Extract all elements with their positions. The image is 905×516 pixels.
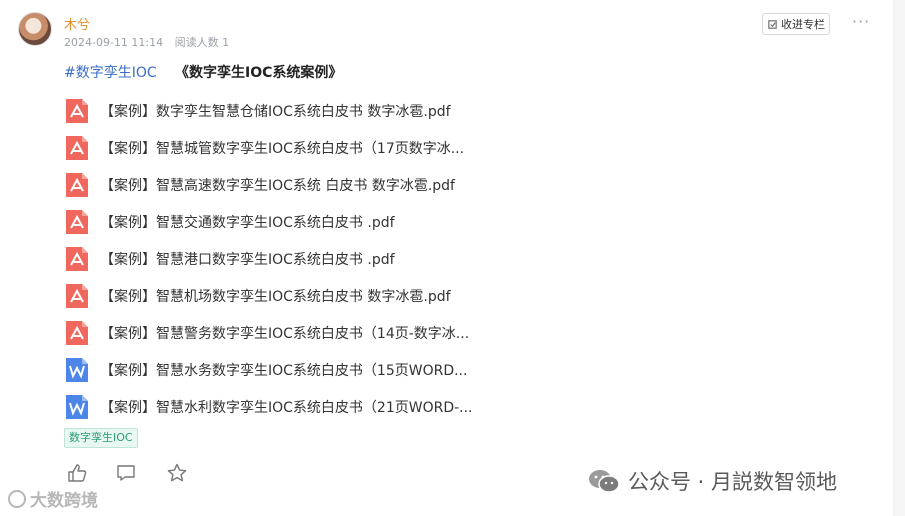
topic-tag[interactable]: 数字孪生IOC bbox=[64, 428, 138, 448]
pdf-icon bbox=[66, 246, 88, 271]
file-name: 【案例】智慧交通数字孪生IOC系统白皮书 .pdf bbox=[100, 214, 395, 231]
file-item[interactable]: 【案例】智慧水务数字孪生IOC系统白皮书（15页WORD... bbox=[64, 351, 473, 388]
star-icon bbox=[167, 463, 187, 482]
file-name: 【案例】智慧水利数字孪生IOC系统白皮书（21页WORD-... bbox=[100, 399, 473, 416]
collection-title: 《数字孪生IOC系统案例》 bbox=[175, 65, 343, 81]
pdf-icon bbox=[66, 172, 88, 197]
file-item[interactable]: 【案例】智慧交通数字孪生IOC系统白皮书 .pdf bbox=[64, 203, 473, 240]
more-options-icon[interactable]: ··· bbox=[852, 12, 870, 31]
file-item[interactable]: 【案例】智慧机场数字孪生IOC系统白皮书 数字冰雹.pdf bbox=[64, 277, 473, 314]
file-item[interactable]: 【案例】智慧城管数字孪生IOC系统白皮书（17页数字冰... bbox=[64, 129, 473, 166]
file-item[interactable]: 【案例】数字孪生智慧仓储IOC系统白皮书 数字冰雹.pdf bbox=[64, 92, 473, 129]
file-name: 【案例】智慧水务数字孪生IOC系统白皮书（15页WORD... bbox=[100, 362, 468, 379]
scroll-gutter bbox=[893, 0, 905, 516]
file-item[interactable]: 【案例】智慧水利数字孪生IOC系统白皮书（21页WORD-... bbox=[64, 388, 473, 425]
wechat-icon bbox=[589, 470, 620, 493]
pdf-icon bbox=[66, 98, 88, 123]
watermark-left-text: 大数跨境 bbox=[30, 491, 98, 511]
avatar[interactable] bbox=[18, 12, 52, 46]
file-item[interactable]: 【案例】智慧港口数字孪生IOC系统白皮书 .pdf bbox=[64, 240, 473, 277]
like-icon bbox=[68, 464, 87, 482]
collect-to-column-button[interactable]: 收进专栏 bbox=[762, 13, 830, 35]
post-timestamp: 2024-09-11 11:14 bbox=[64, 36, 164, 49]
pdf-icon bbox=[66, 135, 88, 160]
read-count: 阅读人数 1 bbox=[174, 36, 230, 49]
collect-icon bbox=[768, 19, 777, 29]
post-meta: 2024-09-11 11:14 阅读人数 1 bbox=[64, 34, 237, 50]
like-button[interactable] bbox=[66, 462, 88, 484]
file-name: 【案例】数字孪生智慧仓储IOC系统白皮书 数字冰雹.pdf bbox=[100, 103, 451, 120]
author-name[interactable]: 木兮 bbox=[64, 14, 90, 33]
file-item[interactable]: 【案例】智慧高速数字孪生IOC系统 白皮书 数字冰雹.pdf bbox=[64, 166, 473, 203]
file-name: 【案例】智慧机场数字孪生IOC系统白皮书 数字冰雹.pdf bbox=[100, 288, 451, 305]
pdf-icon bbox=[66, 209, 88, 234]
word-icon bbox=[66, 357, 88, 382]
comment-icon bbox=[117, 465, 135, 481]
pdf-icon bbox=[66, 320, 88, 345]
file-name: 【案例】智慧警务数字孪生IOC系统白皮书（14页-数字冰... bbox=[100, 325, 470, 342]
favorite-button[interactable] bbox=[166, 462, 188, 484]
pdf-icon bbox=[66, 283, 88, 308]
watermark-right-text: 公众号 · 月説数智领地 bbox=[628, 470, 838, 494]
watermark-logo-icon bbox=[8, 489, 26, 508]
watermark-left: 大数跨境 bbox=[8, 486, 98, 511]
file-list: 【案例】数字孪生智慧仓储IOC系统白皮书 数字冰雹.pdf 【案例】智慧城管数字… bbox=[64, 92, 473, 425]
file-item[interactable]: 【案例】智慧警务数字孪生IOC系统白皮书（14页-数字冰... bbox=[64, 314, 473, 351]
comment-button[interactable] bbox=[115, 462, 137, 484]
collect-label: 收进专栏 bbox=[781, 18, 825, 31]
hashtag-link[interactable]: #数字孪生IOC bbox=[64, 62, 157, 82]
file-name: 【案例】智慧港口数字孪生IOC系统白皮书 .pdf bbox=[100, 251, 395, 268]
word-icon bbox=[66, 394, 88, 419]
watermark-right: 公众号 · 月説数智领地 bbox=[588, 466, 837, 496]
file-name: 【案例】智慧城管数字孪生IOC系统白皮书（17页数字冰... bbox=[100, 140, 465, 157]
file-name: 【案例】智慧高速数字孪生IOC系统 白皮书 数字冰雹.pdf bbox=[100, 177, 455, 194]
